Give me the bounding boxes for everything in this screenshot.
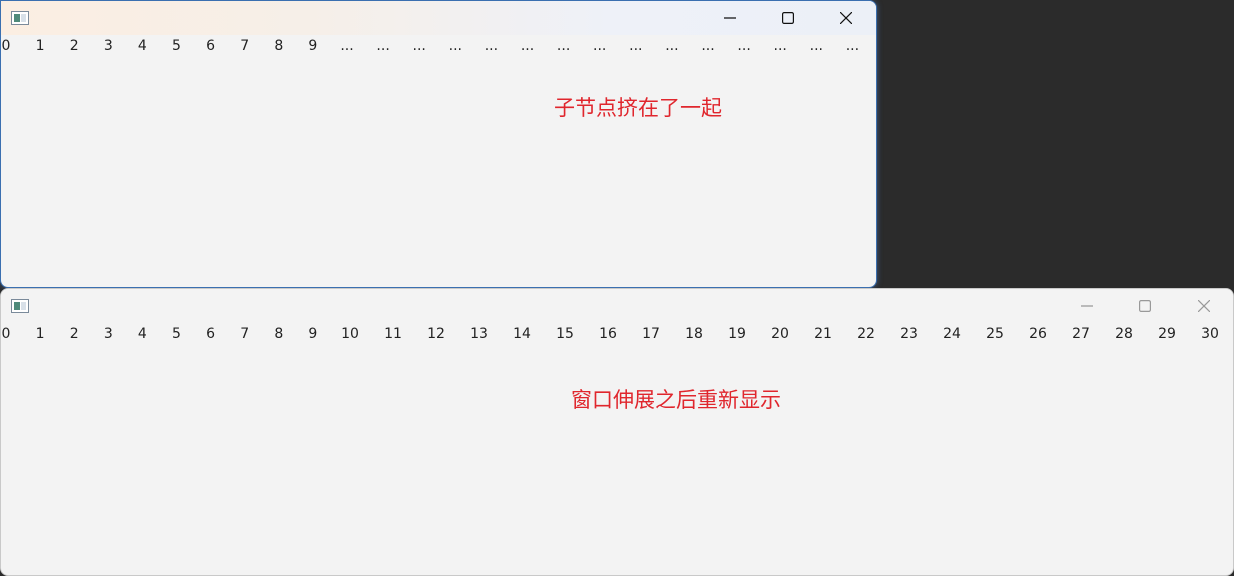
title-bar[interactable] bbox=[1, 1, 876, 35]
child-node-label: ... bbox=[593, 38, 607, 54]
child-node-label: 0 bbox=[1, 326, 11, 342]
child-node-label: 15 bbox=[556, 326, 574, 342]
child-node-label: ... bbox=[484, 38, 499, 54]
minimize-button[interactable] bbox=[701, 1, 759, 35]
child-node-label: ... bbox=[340, 38, 354, 54]
child-node-label: 8 bbox=[274, 38, 284, 54]
window-squeezed: 0 1 2 3 4 5 6 7 8 9..............................… bbox=[0, 0, 877, 288]
child-node-label: 6 bbox=[206, 326, 216, 342]
child-node-label: 18 bbox=[685, 326, 703, 342]
child-node-label: 7 bbox=[240, 38, 250, 54]
child-node-label: ... bbox=[376, 38, 390, 54]
child-node-label: 6 bbox=[206, 38, 216, 54]
child-node-label: 5 bbox=[172, 326, 181, 342]
child-node-label: 9 bbox=[308, 326, 318, 342]
maximize-button[interactable] bbox=[1116, 289, 1174, 323]
child-node-label: ... bbox=[845, 38, 860, 54]
child-node-label: 27 bbox=[1072, 326, 1090, 342]
child-node-label: 10 bbox=[341, 326, 359, 342]
child-node-label: ... bbox=[737, 38, 751, 54]
child-node-label: ... bbox=[556, 38, 571, 54]
child-node-label: 9 bbox=[308, 38, 318, 54]
child-node-label: 2 bbox=[69, 38, 79, 54]
child-node-label: ... bbox=[701, 38, 715, 54]
maximize-icon bbox=[1139, 300, 1151, 312]
title-bar[interactable] bbox=[1, 289, 1233, 323]
annotation-text: 子节点挤在了一起 bbox=[554, 96, 722, 120]
child-node-label: 29 bbox=[1158, 326, 1176, 342]
child-node-label: 0 bbox=[1, 38, 11, 54]
child-node-label: 8 bbox=[274, 326, 284, 342]
close-icon bbox=[840, 12, 852, 24]
child-node-label: ... bbox=[448, 38, 462, 54]
child-node-label: 4 bbox=[137, 326, 147, 342]
child-node-label: 7 bbox=[240, 326, 250, 342]
child-node-label: 13 bbox=[470, 326, 488, 342]
child-node-label: ... bbox=[773, 38, 787, 54]
child-node-label: ... bbox=[629, 38, 643, 54]
window-stretched: 0 1 2 3 4 5 6 7 8 9 10 11 12 13 14 15 16 17 18 19 20 21 22 23 24… bbox=[0, 288, 1234, 576]
app-icon bbox=[11, 11, 29, 25]
child-node-label: ... bbox=[412, 38, 426, 54]
child-node-label: 26 bbox=[1029, 326, 1047, 342]
annotation-text: 窗口伸展之后重新显示 bbox=[571, 388, 781, 412]
child-node-row: 0 1 2 3 4 5 6 7 8 9..............................… bbox=[1, 35, 876, 59]
child-node-label: 1 bbox=[35, 38, 45, 54]
child-node-label: 2 bbox=[69, 326, 79, 342]
close-button[interactable] bbox=[1175, 289, 1233, 323]
child-node-row: 0 1 2 3 4 5 6 7 8 9 10 11 12 13 14 15 16 17 18 19 20 21 22 23 24… bbox=[1, 323, 1233, 347]
child-node-label: 21 bbox=[814, 326, 832, 342]
child-node-label: 22 bbox=[857, 326, 875, 342]
minimize-button[interactable] bbox=[1058, 289, 1116, 323]
child-node-label: 5 bbox=[172, 38, 181, 54]
child-node-label: ... bbox=[665, 38, 679, 54]
maximize-button[interactable] bbox=[759, 1, 817, 35]
minimize-icon bbox=[724, 17, 736, 19]
child-node-label: 17 bbox=[642, 326, 660, 342]
maximize-icon bbox=[782, 12, 794, 24]
child-node-label: 23 bbox=[900, 326, 918, 342]
child-node-label: ... bbox=[520, 38, 535, 54]
minimize-icon bbox=[1081, 305, 1093, 307]
close-button[interactable] bbox=[817, 1, 875, 35]
child-node-label: 3 bbox=[103, 326, 113, 342]
child-node-label: 11 bbox=[384, 326, 402, 342]
child-node-label: 3 bbox=[103, 38, 113, 54]
child-node-label: 1 bbox=[35, 326, 45, 342]
child-node-label: 30 bbox=[1201, 326, 1219, 342]
child-node-label: 19 bbox=[728, 326, 746, 342]
child-node-label: 12 bbox=[427, 326, 445, 342]
child-node-label: 20 bbox=[771, 326, 789, 342]
close-icon bbox=[1198, 300, 1210, 312]
child-node-label: 25 bbox=[986, 326, 1004, 342]
app-icon bbox=[11, 299, 29, 313]
child-node-label: 24 bbox=[943, 326, 961, 342]
child-node-label: 4 bbox=[137, 38, 147, 54]
child-node-label: 14 bbox=[513, 326, 531, 342]
child-node-label: ... bbox=[809, 38, 823, 54]
child-node-label: 28 bbox=[1115, 326, 1133, 342]
child-node-label: 16 bbox=[599, 326, 617, 342]
